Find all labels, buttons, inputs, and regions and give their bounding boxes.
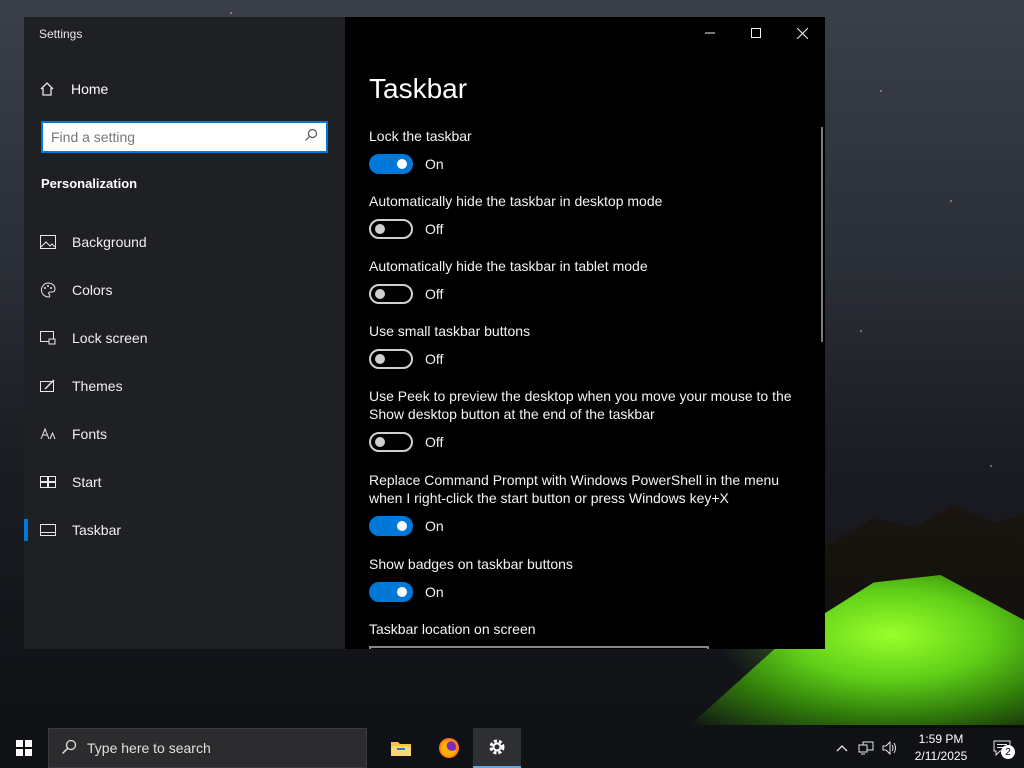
setting-peek: Use Peek to preview the desktop when you… [369,387,809,471]
taskbar-app-firefox[interactable] [425,728,473,768]
minimize-button[interactable] [687,17,733,49]
sidebar-item-start[interactable]: Start [24,458,345,506]
setting-autohide-desktop: Automatically hide the taskbar in deskto… [369,192,809,257]
picture-icon [40,234,56,250]
taskbar-app-file-explorer[interactable] [377,728,425,768]
start-button[interactable] [0,728,48,768]
sidebar-item-label: Fonts [72,426,108,442]
setting-badges: Show badges on taskbar buttons On [369,555,809,620]
settings-content: Taskbar Lock the taskbar On Automaticall… [345,17,825,649]
clock-time: 1:59 PM [918,732,964,746]
setting-label: Automatically hide the taskbar in tablet… [369,258,648,274]
taskbar-clock[interactable]: 1:59 PM 2/11/2025 [902,731,980,765]
setting-label: Lock the taskbar [369,128,472,144]
sidebar-item-label: Colors [72,282,113,298]
minimize-icon [705,32,715,34]
taskbar-app-settings[interactable] [473,728,521,768]
content-scrollbar[interactable] [821,127,823,342]
setting-label: Show badges on taskbar buttons [369,556,573,572]
setting-taskbar-location: Taskbar location on screen [369,620,809,649]
setting-powershell: Replace Command Prompt with Windows Powe… [369,471,809,555]
gear-icon [489,739,505,755]
settings-window: Settings Home Personalization Background [24,17,825,649]
find-setting-search[interactable] [41,121,328,153]
search-icon [61,739,77,758]
find-setting-input[interactable] [51,129,304,145]
toggle-state: Off [425,434,444,450]
badges-toggle[interactable] [369,582,413,602]
toggle-state: Off [425,351,444,367]
settings-sidebar: Settings Home Personalization Background [24,17,345,649]
taskbar-search[interactable]: Type here to search [48,728,367,768]
taskbar-location-dropdown[interactable] [369,646,709,649]
close-icon [796,27,808,39]
sidebar-item-label: Taskbar [72,522,122,538]
window-controls [687,17,825,49]
toggle-state: On [425,156,444,172]
sidebar-item-label: Lock screen [72,330,148,346]
setting-lock-taskbar: Lock the taskbar On [369,127,809,192]
volume-icon[interactable] [878,728,902,768]
sidebar-item-lock-screen[interactable]: Lock screen [24,314,345,362]
setting-label: Replace Command Prompt with Windows Powe… [369,472,780,506]
home-label: Home [71,81,109,97]
section-title: Personalization [41,176,138,191]
setting-label: Taskbar location on screen [369,621,536,637]
setting-label: Automatically hide the taskbar in deskto… [369,193,663,209]
setting-small-buttons: Use small taskbar buttons Off [369,322,809,387]
home-icon [39,81,55,97]
notification-count-badge: 2 [1001,745,1015,759]
close-button[interactable] [779,17,825,49]
lock-screen-icon [40,330,56,346]
powershell-toggle[interactable] [369,516,413,536]
lock-taskbar-toggle[interactable] [369,154,413,174]
sidebar-nav: Background Colors Lock screen Themes Fon… [24,218,345,554]
themes-icon [40,378,56,394]
maximize-button[interactable] [733,17,779,49]
windows-taskbar: Type here to search 1:59 PM 2/11/2025 2 [0,728,1024,768]
sidebar-item-label: Background [72,234,147,250]
page-title: Taskbar [369,73,468,104]
peek-toggle[interactable] [369,432,413,452]
maximize-icon [751,28,761,38]
toggle-state: On [425,518,444,534]
setting-label: Use small taskbar buttons [369,323,531,339]
toggle-state: Off [425,221,444,237]
network-icon[interactable] [854,728,878,768]
sidebar-item-label: Start [72,474,102,490]
app-title: Settings [39,27,83,41]
sidebar-item-themes[interactable]: Themes [24,362,345,410]
firefox-icon [439,738,459,758]
autohide-tablet-toggle[interactable] [369,284,413,304]
sidebar-item-background[interactable]: Background [24,218,345,266]
sidebar-item-taskbar[interactable]: Taskbar [24,506,345,554]
sidebar-item-colors[interactable]: Colors [24,266,345,314]
taskbar-search-placeholder: Type here to search [87,740,211,756]
sidebar-item-fonts[interactable]: Fonts [24,410,345,458]
search-icon[interactable] [304,128,318,147]
setting-label: Use Peek to preview the desktop when you… [369,388,792,422]
action-center-button[interactable]: 2 [980,728,1024,768]
clock-date: 2/11/2025 [914,749,968,763]
palette-icon [40,282,56,298]
home-nav-item[interactable]: Home [39,81,108,97]
autohide-desktop-toggle[interactable] [369,219,413,239]
taskbar-settings-list: Lock the taskbar On Automatically hide t… [369,127,809,649]
taskbar-icon [40,522,56,538]
windows-logo-icon [16,740,32,756]
toggle-state: On [425,584,444,600]
toggle-state: Off [425,286,444,302]
folder-icon [391,742,411,756]
small-buttons-toggle[interactable] [369,349,413,369]
start-icon [40,474,56,490]
setting-autohide-tablet: Automatically hide the taskbar in tablet… [369,257,809,322]
fonts-icon [40,426,56,442]
system-tray: 1:59 PM 2/11/2025 2 [830,728,1024,768]
sidebar-item-label: Themes [72,378,123,394]
chevron-up-icon[interactable] [830,728,854,768]
